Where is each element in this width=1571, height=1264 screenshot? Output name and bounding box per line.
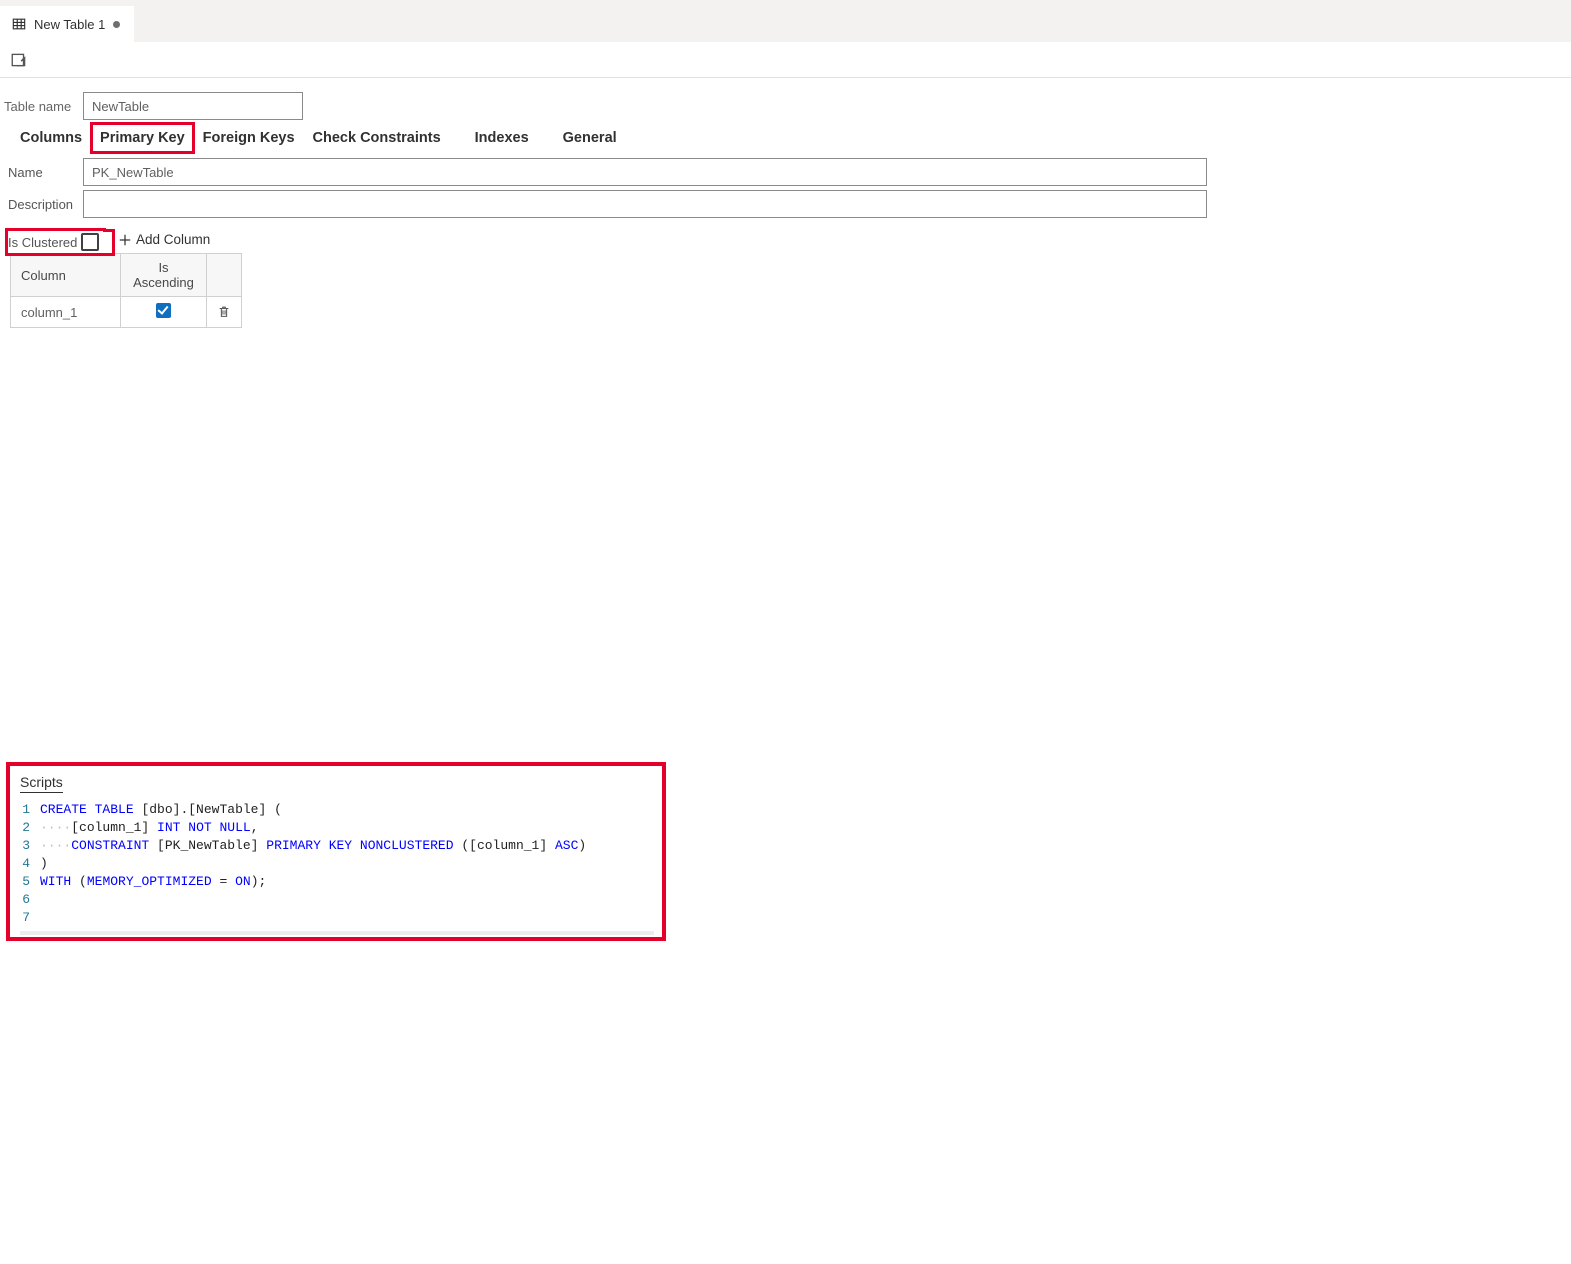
mini-toolbar: [0, 42, 1571, 78]
primary-key-fields: Name Description Is Clustered Add Column: [4, 158, 1563, 328]
code-line: 3····CONSTRAINT [PK_NewTable] PRIMARY KE…: [20, 837, 654, 855]
is-clustered-highlight: Is Clustered: [8, 232, 112, 253]
table-name-input[interactable]: [83, 92, 303, 120]
tab-columns[interactable]: Columns: [12, 124, 90, 152]
scripts-panel: Scripts 1CREATE TABLE [dbo].[NewTable] (…: [6, 762, 666, 941]
tab-general[interactable]: General: [555, 124, 625, 152]
table-name-row: Table name: [4, 92, 1563, 120]
pk-name-label: Name: [8, 165, 83, 180]
pk-col-delete-cell[interactable]: [207, 297, 242, 328]
document-tab-row: New Table 1: [0, 6, 1571, 42]
line-number: 6: [20, 891, 40, 909]
code-line: 7: [20, 909, 654, 927]
add-column-label: Add Column: [136, 232, 210, 247]
col-header-column: Column: [11, 254, 121, 297]
line-number: 2: [20, 819, 40, 837]
form-area: Table name Columns Primary Key Foreign K…: [0, 78, 1571, 758]
table-header-row: Column Is Ascending: [11, 254, 242, 297]
add-column-button[interactable]: Add Column: [118, 232, 210, 247]
checked-icon: [156, 303, 171, 318]
code-line: 2····[column_1] INT NOT NULL,: [20, 819, 654, 837]
code-line-body: ····CONSTRAINT [PK_NewTable] PRIMARY KEY…: [40, 837, 586, 855]
pk-description-row: Description: [8, 190, 1563, 218]
document-tab[interactable]: New Table 1: [0, 6, 135, 42]
table-row: column_1: [11, 297, 242, 328]
col-header-actions: [207, 254, 242, 297]
code-line-body: CREATE TABLE [dbo].[NewTable] (: [40, 801, 282, 819]
line-number: 5: [20, 873, 40, 891]
table-grid-icon: [12, 17, 26, 31]
code-line: 5WITH (MEMORY_OPTIMIZED = ON);: [20, 873, 654, 891]
col-header-ascending: Is Ascending: [121, 254, 207, 297]
plus-icon: [118, 233, 132, 247]
pk-col-asc-cell[interactable]: [121, 297, 207, 328]
code-line-body: ····[column_1] INT NOT NULL,: [40, 819, 259, 837]
document-tab-title: New Table 1: [34, 17, 105, 32]
sub-tabs: Columns Primary Key Foreign Keys Check C…: [4, 124, 1563, 152]
scripts-divider: [20, 931, 654, 935]
pk-description-label: Description: [8, 197, 83, 212]
code-line: 1CREATE TABLE [dbo].[NewTable] (: [20, 801, 654, 819]
pk-name-row: Name: [8, 158, 1563, 186]
line-number: 3: [20, 837, 40, 855]
pk-description-input[interactable]: [83, 190, 1207, 218]
table-name-label: Table name: [4, 99, 83, 114]
tab-indexes[interactable]: Indexes: [467, 124, 537, 152]
empty-space: [4, 328, 1563, 758]
code-line: 6: [20, 891, 654, 909]
tab-foreign-keys[interactable]: Foreign Keys: [195, 124, 303, 152]
line-number: 4: [20, 855, 40, 873]
scripts-title: Scripts: [20, 774, 63, 793]
code-line-body: ): [40, 855, 48, 873]
publish-icon[interactable]: [10, 51, 28, 69]
is-clustered-checkbox[interactable]: [81, 233, 99, 251]
trash-icon: [217, 305, 231, 319]
code-line-body: WITH (MEMORY_OPTIMIZED = ON);: [40, 873, 266, 891]
code-line: 4): [20, 855, 654, 873]
pk-columns-table: Column Is Ascending column_1: [10, 253, 242, 328]
pk-name-input[interactable]: [83, 158, 1207, 186]
tab-check-constraints[interactable]: Check Constraints: [305, 124, 449, 152]
is-clustered-wrap: Is Clustered: [8, 231, 103, 253]
pk-col-name-cell[interactable]: column_1: [11, 297, 121, 328]
is-clustered-label: Is Clustered: [8, 235, 77, 250]
tab-primary-key[interactable]: Primary Key: [92, 124, 193, 152]
dirty-indicator-icon: [113, 21, 120, 28]
scripts-code[interactable]: 1CREATE TABLE [dbo].[NewTable] (2····[co…: [20, 801, 654, 927]
line-number: 1: [20, 801, 40, 819]
line-number: 7: [20, 909, 40, 927]
